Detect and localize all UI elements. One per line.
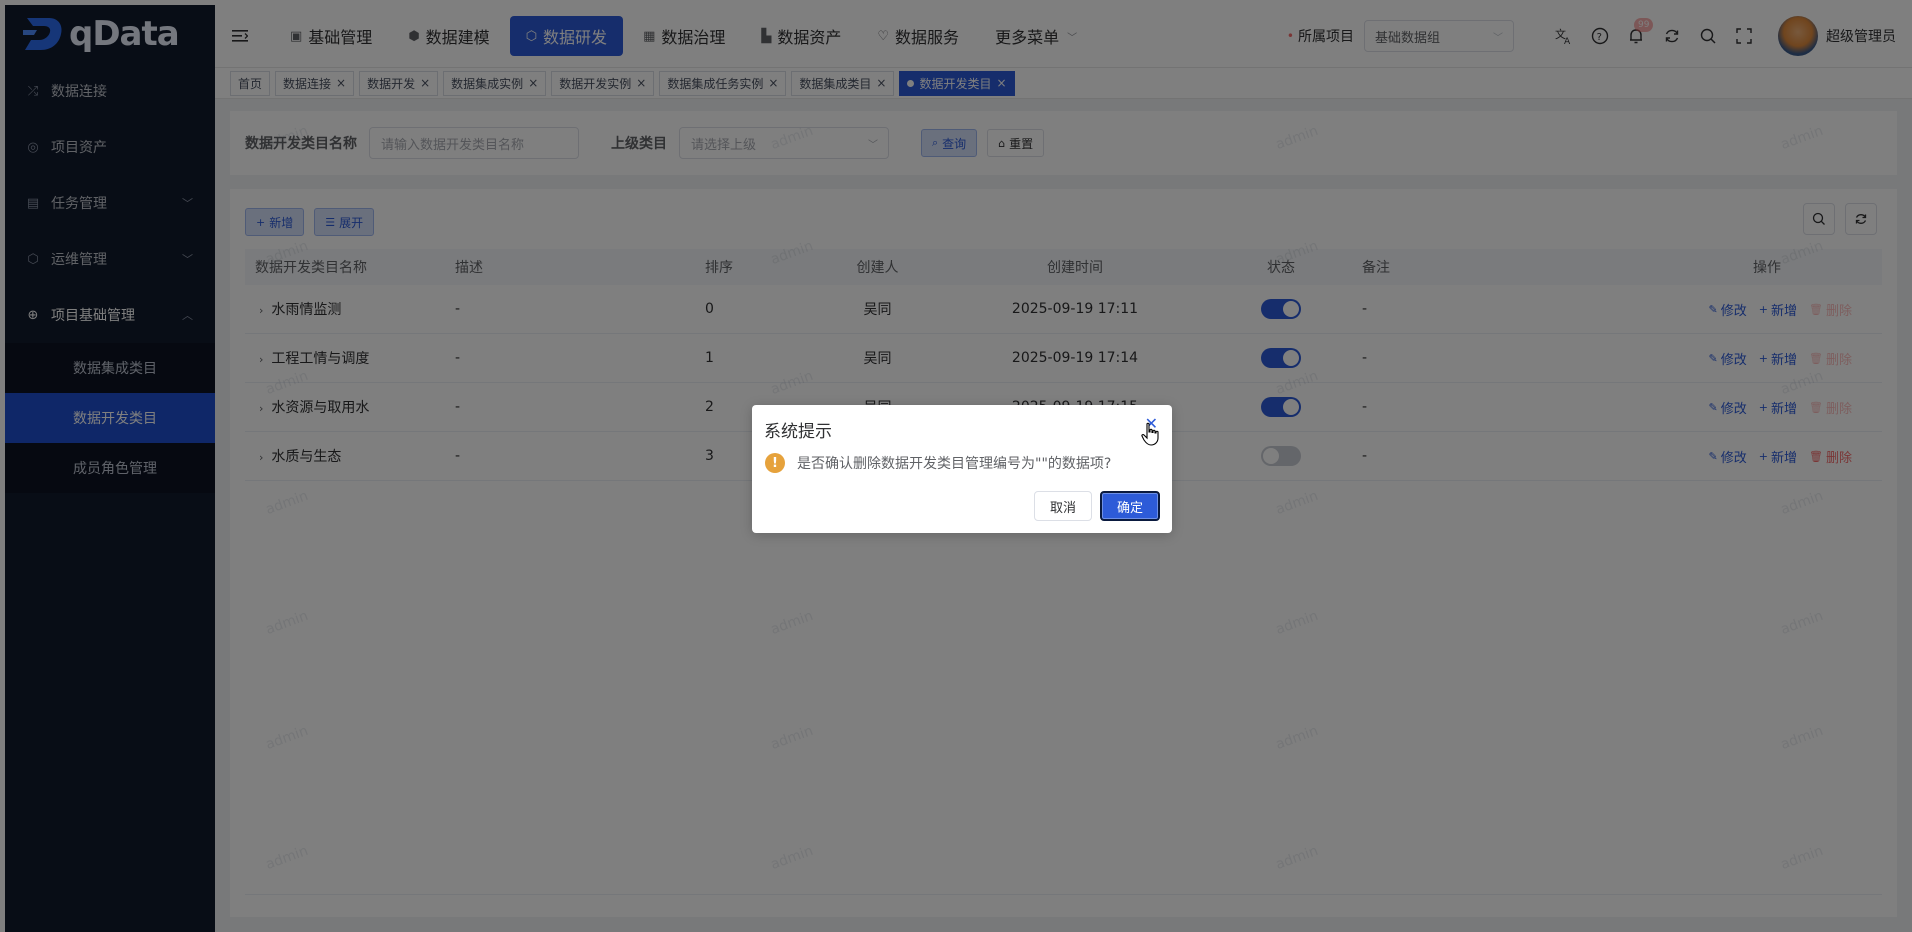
confirm-dialog: 系统提示 ✕ ! 是否确认删除数据开发类目管理编号为""的数据项? 取消 确定 [752, 405, 1172, 533]
dialog-title: 系统提示 [764, 422, 832, 442]
dialog-footer: 取消 确定 [1026, 491, 1160, 521]
warning-icon: ! [765, 453, 785, 473]
cancel-button[interactable]: 取消 [1033, 491, 1092, 521]
confirm-button[interactable]: 确定 [1099, 491, 1160, 521]
dialog-message: 是否确认删除数据开发类目管理编号为""的数据项? [797, 456, 1112, 472]
dialog-body: ! 是否确认删除数据开发类目管理编号为""的数据项? [765, 453, 1111, 473]
hand-cursor-icon [1141, 422, 1159, 446]
